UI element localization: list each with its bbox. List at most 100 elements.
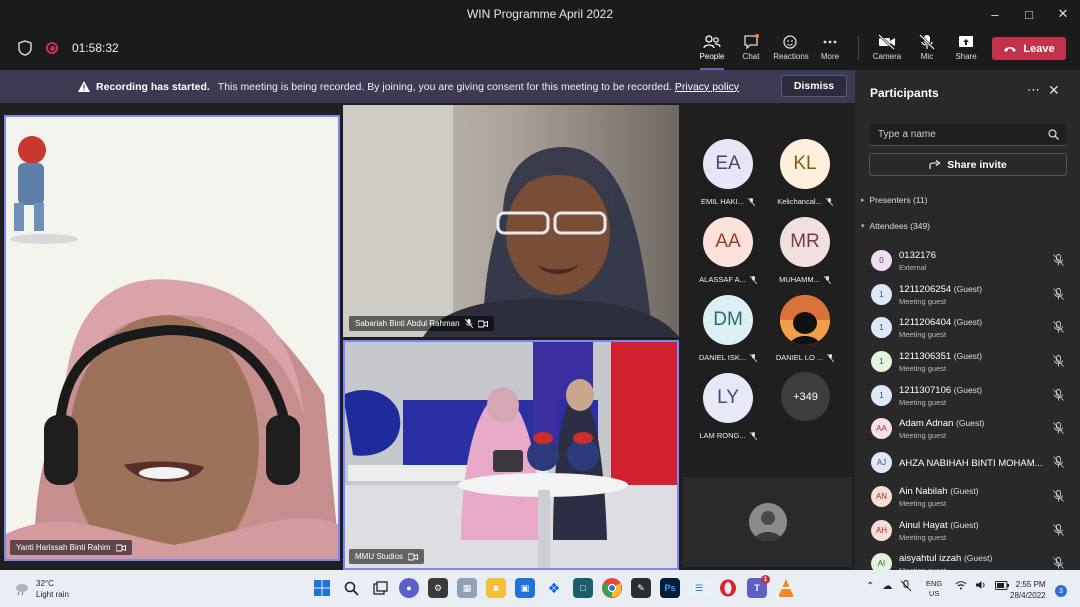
store-icon[interactable]: ▣	[515, 578, 535, 598]
roster-name: Kelichancal...	[777, 197, 822, 206]
participant-name: 1211306351 (Guest)	[899, 351, 982, 362]
roster-tile[interactable]: LY LAM RONG...	[695, 373, 761, 440]
mic-off-icon	[1053, 321, 1064, 334]
dropbox-icon[interactable]: ❖	[544, 578, 564, 598]
notification-badge[interactable]: 3	[1055, 585, 1067, 597]
video-tile-sabariah[interactable]: Sabariah Binti Abdul Rahman	[343, 105, 679, 337]
minimize-icon[interactable]: –	[978, 0, 1012, 28]
roster-tile[interactable]: DM DANIEL ISK...	[695, 295, 761, 362]
teams-chat-icon[interactable]: ●	[399, 578, 419, 598]
more-participants-button[interactable]: +349	[781, 372, 830, 421]
chrome-icon[interactable]	[602, 578, 622, 598]
meeting-timer: 01:58:32	[72, 41, 119, 55]
share-icon	[929, 159, 941, 169]
avatar: AA	[703, 217, 753, 267]
list-item[interactable]: AN Ain Nabilah (Guest) Meeting guest	[855, 482, 1080, 516]
participant-name: Adam Adnan (Guest)	[899, 418, 984, 429]
mic-off-icon	[827, 353, 835, 362]
list-item[interactable]: AJ AHZA NABIHAH BINTI MOHAM...	[855, 448, 1080, 482]
participant-name: Sabariah Binti Abdul Rahman	[355, 319, 460, 328]
photoshop-icon[interactable]: Ps	[660, 578, 680, 598]
list-item[interactable]: 1 1211306351 (Guest) Meeting guest	[855, 347, 1080, 381]
avatar: 0	[871, 250, 892, 271]
opera-icon[interactable]	[718, 578, 738, 598]
roster-name: MUHAMM...	[779, 275, 820, 284]
video-tile-mmu-studios[interactable]: MMU Studios	[343, 340, 679, 570]
toolbar-divider	[858, 36, 859, 60]
roster-tile[interactable]: DANIEL LO ...	[772, 295, 838, 362]
list-item[interactable]: AA Adam Adnan (Guest) Meeting guest	[855, 414, 1080, 448]
close-window-icon[interactable]: ✕	[1046, 0, 1080, 28]
chat-icon	[744, 34, 759, 50]
onedrive-icon[interactable]: ☁	[882, 581, 892, 592]
list-item[interactable]: AH Ainul Hayat (Guest) Meeting guest	[855, 516, 1080, 550]
reactions-icon	[783, 35, 797, 49]
sticky-notes-icon[interactable]: ✎	[631, 578, 651, 598]
calculator-icon[interactable]: ▦	[457, 578, 477, 598]
share-button[interactable]: Share	[946, 34, 986, 66]
volume-icon[interactable]	[975, 580, 987, 590]
list-item[interactable]: 1 1211206404 (Guest) Meeting guest	[855, 313, 1080, 347]
leave-button[interactable]: Leave	[992, 37, 1066, 60]
roster-name-row: MUHAMM...	[772, 275, 838, 284]
roster-tile[interactable]: AA ALASSAF A...	[695, 217, 761, 284]
people-button[interactable]: People	[692, 34, 732, 70]
list-item[interactable]: 0 0132176 External	[855, 246, 1080, 280]
start-icon[interactable]	[312, 578, 332, 598]
camera-button[interactable]: Camera	[867, 34, 907, 66]
dismiss-button[interactable]: Dismiss	[781, 75, 847, 97]
panel-more-icon[interactable]: ⋯	[1027, 82, 1040, 98]
guest-tag: (Guest)	[953, 384, 983, 395]
attendee-list: 0 0132176 External 1 1211206254 (Guest) …	[855, 246, 1080, 583]
close-icon[interactable]: ✕	[1048, 82, 1060, 99]
taskbar-clock[interactable]: 2:55 PM 28/4/2022	[1010, 579, 1046, 601]
attendees-section[interactable]: ▾ Attendees (349)	[861, 221, 930, 231]
settings-icon[interactable]: ⚙	[428, 578, 448, 598]
search-input[interactable]	[870, 124, 1066, 146]
shield-icon	[18, 40, 32, 56]
roster-tile[interactable]: MR MUHAMM...	[772, 217, 838, 284]
mic-button[interactable]: Mic	[907, 34, 947, 66]
teams-icon[interactable]: T1	[747, 575, 770, 598]
participant-name: aisyahtul izzah (Guest)	[899, 553, 992, 564]
avatar: MR	[780, 217, 830, 267]
mic-muted-tray-icon[interactable]	[900, 580, 912, 592]
search-icon	[1048, 129, 1059, 140]
vlc-icon[interactable]	[776, 578, 796, 598]
chat-button[interactable]: Chat	[731, 34, 771, 66]
maximize-icon[interactable]: □	[1012, 0, 1046, 28]
language-indicator[interactable]: ENG US	[926, 579, 942, 599]
name-text: Ainul Hayat	[899, 519, 948, 531]
reactions-button[interactable]: Reactions	[771, 34, 811, 66]
mic-off-icon	[1053, 456, 1064, 468]
wifi-icon[interactable]	[955, 580, 967, 590]
file-explorer-icon[interactable]: ■	[486, 578, 506, 598]
documents-icon[interactable]: ☰	[689, 578, 709, 598]
presenters-section[interactable]: ▸ Presenters (11)	[861, 195, 927, 205]
weather-widget[interactable]: 32°C Light rain	[14, 578, 69, 600]
roster-tile[interactable]: EA EMIL HAKI...	[695, 139, 761, 206]
roster-tile[interactable]: KL Kelichancal...	[772, 139, 838, 206]
teams-badge: 1	[761, 575, 770, 584]
battery-icon[interactable]	[995, 580, 1009, 590]
avatar: 1	[871, 283, 892, 305]
search-icon[interactable]	[341, 578, 361, 598]
video-tile-yanti[interactable]: Yanti Harissah Binti Rahim	[4, 115, 340, 561]
privacy-policy-link[interactable]: Privacy policy	[675, 81, 739, 93]
more-button[interactable]: More	[810, 34, 850, 66]
self-video-tile[interactable]	[683, 477, 852, 567]
taskbar-apps: ● ⚙ ▦ ■ ▣ ❖ □ ✎ Ps ☰ T1	[312, 575, 796, 598]
participant-name-tag: MMU Studios	[349, 549, 425, 564]
clock-date: 28/4/2022	[1010, 591, 1046, 600]
chevron-up-icon[interactable]: ⌃	[866, 581, 874, 592]
kindle-icon[interactable]: □	[573, 578, 593, 598]
task-view-icon[interactable]	[370, 578, 390, 598]
mic-off-icon	[1053, 254, 1064, 266]
share-invite-button[interactable]: Share invite	[869, 153, 1067, 176]
clock-time: 2:55 PM	[1015, 580, 1046, 589]
name-text: 1211206404	[899, 317, 952, 329]
window-title: WIN Programme April 2022	[466, 7, 614, 21]
list-item[interactable]: 1 1211206254 (Guest) Meeting guest	[855, 280, 1080, 314]
share-label: Share	[955, 52, 977, 61]
list-item[interactable]: 1 1211307106 (Guest) Meeting guest	[855, 381, 1080, 415]
